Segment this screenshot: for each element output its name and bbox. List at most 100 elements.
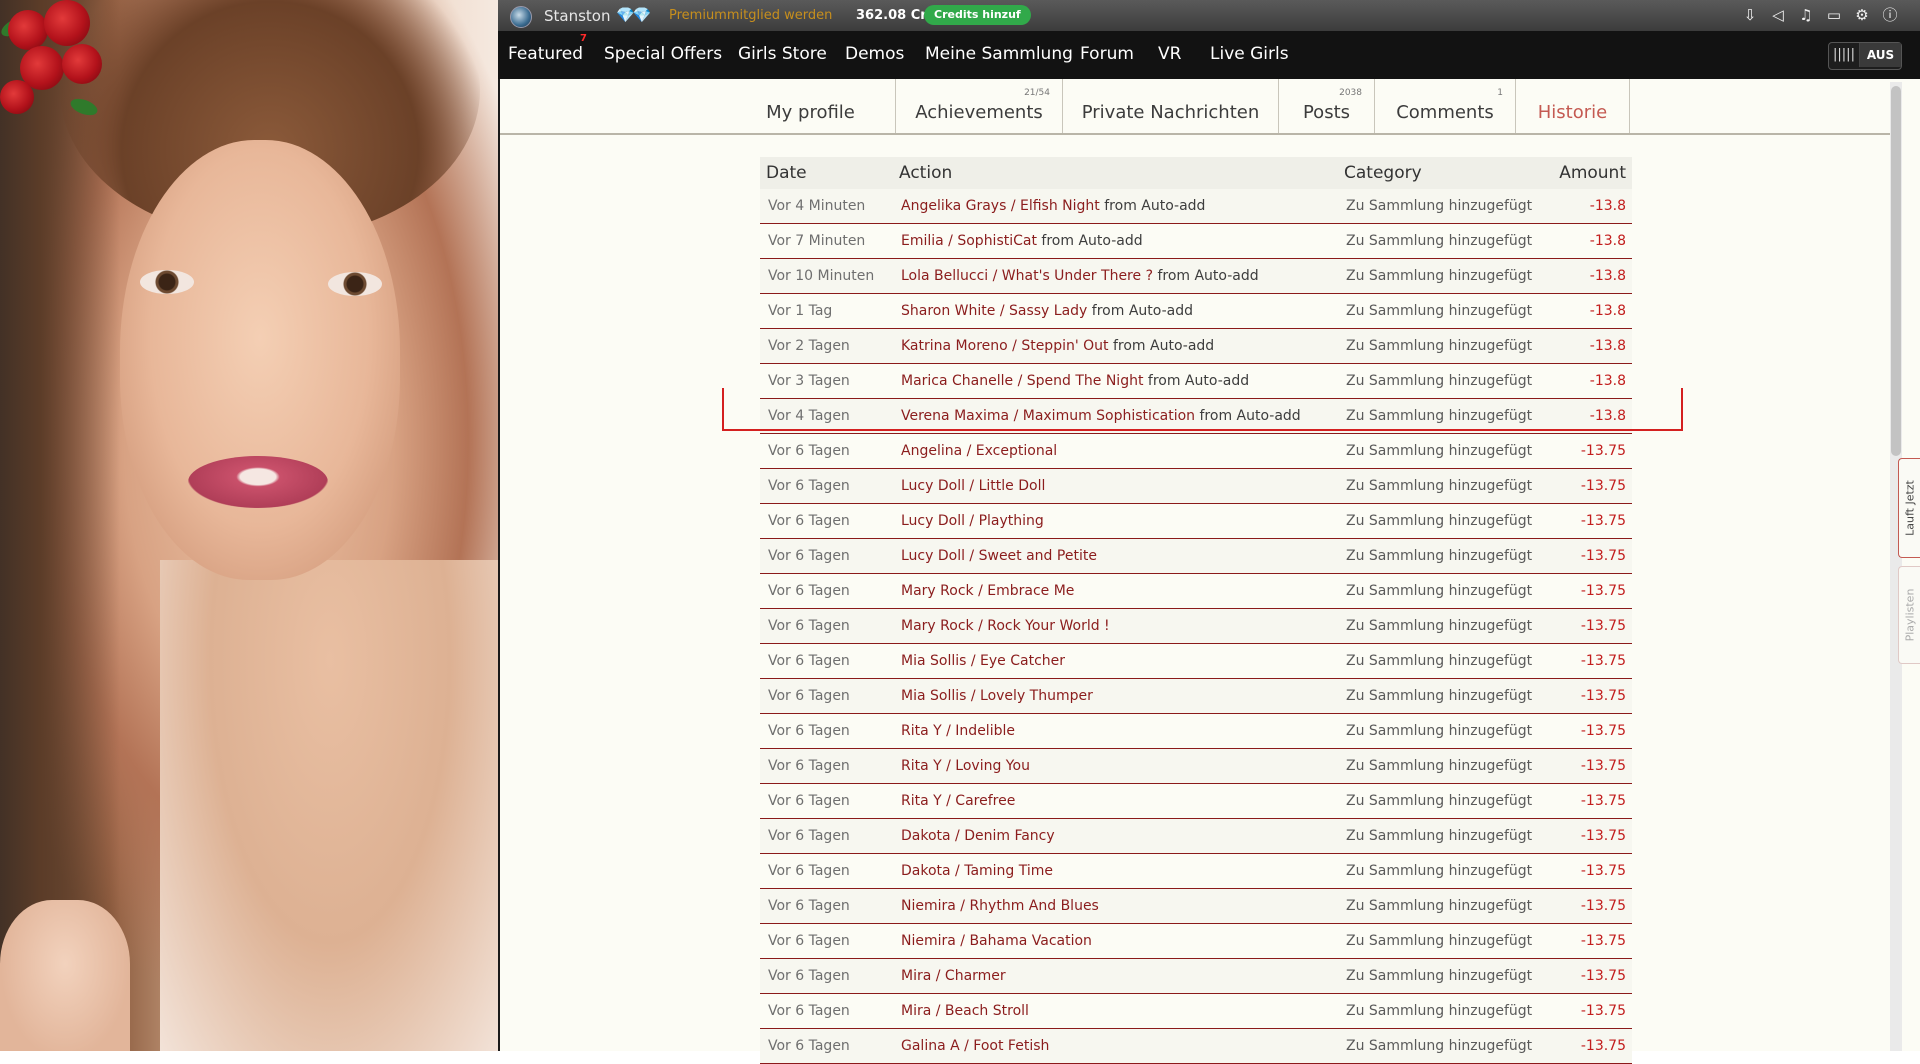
premium-link[interactable]: Premiummitglied werden <box>669 8 832 23</box>
row-category: Zu Sammlung hinzugefügt <box>1338 923 1538 959</box>
row-action: Dakota / Taming Time <box>893 853 1338 889</box>
nav-vr[interactable]: VR <box>1158 44 1181 64</box>
item-link[interactable]: Verena Maxima / Maximum Sophistication <box>901 408 1195 424</box>
table-row: Vor 2 Tagen Katrina Moreno / Steppin' Out… <box>760 328 1632 364</box>
model-photo <box>0 0 498 1051</box>
item-link[interactable]: Niemira / Bahama Vacation <box>901 933 1092 949</box>
speaker-icon[interactable]: ◁ <box>1768 5 1788 25</box>
row-category: Zu Sammlung hinzugefügt <box>1338 398 1538 434</box>
toggle-aus[interactable]: AUS <box>1860 43 1901 67</box>
header-date[interactable]: Date <box>760 157 893 189</box>
nav-special-offers[interactable]: Special Offers <box>604 44 722 64</box>
item-link[interactable]: Niemira / Rhythm And Blues <box>901 898 1099 914</box>
tab-comments[interactable]: 1 Comments <box>1375 79 1516 133</box>
item-link[interactable]: Lucy Doll / Little Doll <box>901 478 1045 494</box>
row-action: Lucy Doll / Little Doll <box>893 468 1338 504</box>
row-category: Zu Sammlung hinzugefügt <box>1338 993 1538 1029</box>
row-category: Zu Sammlung hinzugefügt <box>1338 503 1538 539</box>
row-action-suffix: from Auto-add <box>1143 373 1250 389</box>
table-header-row: Date Action Category Amount <box>760 157 1632 189</box>
row-action-suffix: from Auto-add <box>1153 268 1259 284</box>
item-link[interactable]: Mia Sollis / Eye Catcher <box>901 653 1065 669</box>
nav-live-girls[interactable]: Live Girls <box>1210 44 1289 64</box>
tab-private-messages[interactable]: Private Nachrichten <box>1063 79 1279 133</box>
item-link[interactable]: Mary Rock / Rock Your World ! <box>901 618 1110 634</box>
row-action: Sharon White / Sassy Lady from Auto-add <box>893 293 1338 329</box>
item-link[interactable]: Lola Bellucci / What's Under There ? <box>901 268 1153 284</box>
item-link[interactable]: Sharon White / Sassy Lady <box>901 303 1087 319</box>
item-link[interactable]: Rita Y / Indelible <box>901 723 1015 739</box>
nav-forum[interactable]: Forum <box>1080 44 1134 64</box>
row-action-suffix: from Auto-add <box>1036 233 1143 249</box>
row-date: Vor 6 Tagen <box>760 853 893 889</box>
settings-icon[interactable]: ⚙ <box>1852 5 1872 25</box>
row-amount: -13.75 <box>1538 748 1632 784</box>
tab-my-profile[interactable]: My profile <box>726 79 896 133</box>
row-category: Zu Sammlung hinzugefügt <box>1338 643 1538 679</box>
tab-historie[interactable]: Historie <box>1516 79 1630 133</box>
scroll-thumb[interactable] <box>1891 86 1901 456</box>
now-playing-tab[interactable]: Lauft Jetzt <box>1898 458 1920 558</box>
table-row: Vor 6 Tagen Mary Rock / Rock Your World !… <box>760 608 1632 644</box>
playlists-tab[interactable]: Playlisten <box>1898 566 1920 664</box>
row-action: Rita Y / Carefree <box>893 783 1338 819</box>
item-link[interactable]: Mira / Beach Stroll <box>901 1003 1029 1019</box>
row-category: Zu Sammlung hinzugefügt <box>1338 538 1538 574</box>
username-link[interactable]: Stanston <box>544 7 610 25</box>
header-action[interactable]: Action <box>893 157 1338 189</box>
row-action-suffix: from Auto-add <box>1087 303 1193 319</box>
item-link[interactable]: Lucy Doll / Sweet and Petite <box>901 548 1097 564</box>
roses-decoration <box>0 0 120 130</box>
header-category[interactable]: Category <box>1338 157 1538 189</box>
nav-girls-store[interactable]: Girls Store <box>738 44 827 64</box>
music-icon[interactable]: ♫ <box>1796 5 1816 25</box>
profile-tabs: My profile 21/54 Achievements Private Na… <box>500 79 1890 135</box>
item-link[interactable]: Rita Y / Carefree <box>901 793 1015 809</box>
item-link[interactable]: Marica Chanelle / Spend The Night <box>901 373 1143 389</box>
barcode-icon[interactable]: ||||| <box>1829 43 1860 67</box>
item-link[interactable]: Mary Rock / Embrace Me <box>901 583 1074 599</box>
item-link[interactable]: Galina A / Foot Fetish <box>901 1038 1049 1054</box>
tab-posts[interactable]: 2038 Posts <box>1279 79 1375 133</box>
comments-count: 1 <box>1497 88 1503 98</box>
download-icon[interactable]: ⇩ <box>1740 5 1760 25</box>
row-date: Vor 10 Minuten <box>760 258 893 294</box>
item-link[interactable]: Angelika Grays / Elfish Night <box>901 198 1100 214</box>
row-amount: -13.8 <box>1538 293 1632 329</box>
row-date: Vor 6 Tagen <box>760 783 893 819</box>
table-row: Vor 6 Tagen Niemira / Bahama Vacation Zu S… <box>760 923 1632 959</box>
nav-meine-sammlung[interactable]: Meine Sammlung <box>925 44 1073 64</box>
toolbar-icons: ⇩ ◁ ♫ ▭ ⚙ ⓘ <box>1740 5 1900 25</box>
info-icon[interactable]: ⓘ <box>1880 5 1900 25</box>
row-category: Zu Sammlung hinzugefügt <box>1338 853 1538 889</box>
table-row: Vor 6 Tagen Rita Y / Loving You Zu Sammlun… <box>760 748 1632 784</box>
nav-demos[interactable]: Demos <box>845 44 904 64</box>
membership-gems-icon: 💎💎 <box>616 6 651 24</box>
item-link[interactable]: Mira / Charmer <box>901 968 1006 984</box>
row-date: Vor 6 Tagen <box>760 1028 893 1064</box>
row-action: Marica Chanelle / Spend The Night from A… <box>893 363 1338 399</box>
tab-achievements[interactable]: 21/54 Achievements <box>896 79 1063 133</box>
item-link[interactable]: Emilia / SophistiCat <box>901 233 1037 249</box>
row-date: Vor 6 Tagen <box>760 678 893 714</box>
item-link[interactable]: Rita Y / Loving You <box>901 758 1030 774</box>
item-link[interactable]: Dakota / Taming Time <box>901 863 1053 879</box>
row-category: Zu Sammlung hinzugefügt <box>1338 573 1538 609</box>
view-toggle[interactable]: ||||| AUS <box>1828 42 1902 70</box>
row-category: Zu Sammlung hinzugefügt <box>1338 678 1538 714</box>
item-link[interactable]: Katrina Moreno / Steppin' Out <box>901 338 1109 354</box>
item-link[interactable]: Dakota / Denim Fancy <box>901 828 1055 844</box>
user-avatar[interactable] <box>510 6 532 28</box>
row-category: Zu Sammlung hinzugefügt <box>1338 293 1538 329</box>
monitor-icon[interactable]: ▭ <box>1824 5 1844 25</box>
header-amount[interactable]: Amount <box>1538 157 1632 189</box>
row-amount: -13.75 <box>1538 503 1632 539</box>
item-link[interactable]: Mia Sollis / Lovely Thumper <box>901 688 1093 704</box>
nav-featured[interactable]: Featured <box>508 44 583 64</box>
table-row: Vor 6 Tagen Mia Sollis / Lovely Thumper Zu… <box>760 678 1632 714</box>
item-link[interactable]: Lucy Doll / Plaything <box>901 513 1044 529</box>
item-link[interactable]: Angelina / Exceptional <box>901 443 1057 459</box>
row-date: Vor 6 Tagen <box>760 993 893 1029</box>
row-action: Dakota / Denim Fancy <box>893 818 1338 854</box>
add-credits-button[interactable]: Credits hinzuf <box>924 5 1031 25</box>
